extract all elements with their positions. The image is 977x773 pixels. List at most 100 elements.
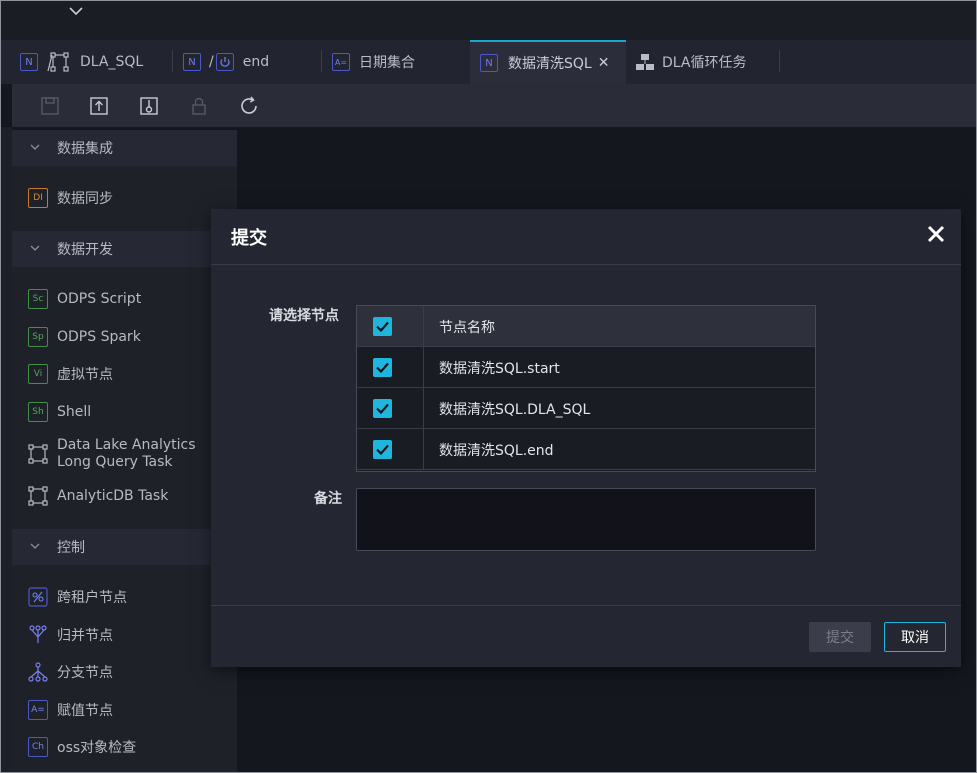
node-n-icon: N (20, 53, 38, 71)
sidebar-item-assign-node[interactable]: A= 赋值节点 (28, 700, 113, 720)
lock-button[interactable] (187, 94, 211, 118)
tab-end[interactable]: N / end (183, 40, 269, 84)
refresh-button[interactable] (237, 94, 261, 118)
tab-dla-loop-task[interactable]: DLA循环任务 (635, 40, 746, 84)
flow-icon (28, 486, 48, 506)
tab-separator (172, 50, 173, 72)
dialog-title: 提交 (231, 228, 267, 249)
sidebar-item-label: Data Lake Analytics Long Query Task (57, 437, 196, 471)
row-checkbox[interactable] (373, 358, 392, 377)
flow-icon (47, 52, 69, 72)
node-n-icon: N (480, 54, 498, 72)
table-row[interactable]: 数据清洗SQL.start (357, 347, 815, 388)
tab-separator (321, 50, 322, 72)
chevron-down-icon[interactable] (67, 5, 85, 17)
sidebar-item-virtual-node[interactable]: Vi 虚拟节点 (28, 364, 113, 384)
node-n-icon: N (183, 53, 201, 71)
tab-label: 日期集合 (359, 55, 415, 71)
sidebar-item-odps-script[interactable]: Sc ODPS Script (28, 289, 141, 309)
tab-label: end (242, 54, 270, 70)
tab-label: 数据清洗SQL (508, 56, 592, 72)
sidebar-item-label: 归并节点 (57, 628, 113, 644)
sidebar-item-label: oss对象检查 (57, 740, 137, 756)
tab-label: DLA循环任务 (662, 55, 747, 71)
sidebar-item-label: 数据同步 (57, 191, 113, 207)
node-select-label: 请选择节点 (269, 308, 339, 324)
sidebar-item-dla-long-query[interactable]: Data Lake Analytics Long Query Task (28, 436, 196, 472)
sidebar-item-oss-check[interactable]: Ch oss对象检查 (28, 737, 136, 757)
top-strip (1, 1, 976, 40)
odps-spark-icon: Sp (28, 327, 48, 347)
branch-icon (28, 662, 48, 682)
row-checkbox[interactable] (373, 399, 392, 418)
checkbox-cell (357, 306, 424, 346)
sidebar-item-cross-tenant[interactable]: 跨租户节点 (28, 587, 127, 607)
save-button[interactable] (38, 94, 62, 118)
remark-textarea[interactable] (356, 488, 816, 551)
merge-icon (29, 625, 47, 643)
submit-button[interactable]: 提交 (809, 622, 871, 652)
section-data-integration[interactable]: 数据集成 (12, 130, 237, 166)
sidebar-item-label: 分支节点 (57, 665, 113, 681)
section-control[interactable]: 控制 (12, 529, 237, 565)
checkbox-cell (357, 429, 424, 469)
sidebar-item-branch-node[interactable]: 分支节点 (28, 662, 113, 682)
toolbar (12, 84, 976, 127)
chevron-down-icon (30, 543, 40, 549)
sidebar-item-label: ODPS Script (57, 291, 142, 307)
node-name: 数据清洗SQL.start (439, 361, 560, 377)
shell-icon: Sh (28, 402, 48, 422)
tab-separator (779, 50, 780, 72)
node-name: 数据清洗SQL.end (439, 443, 554, 459)
sidebar-item-analyticdb[interactable]: AnalyticDB Task (28, 486, 168, 506)
table-row[interactable]: 数据清洗SQL.DLA_SQL (357, 388, 815, 429)
dialog-footer-divider (211, 605, 961, 606)
submit-dialog: 提交 请选择节点 节点名称 数据清洗SQL.start 数据清洗SQL.DLA_… (211, 209, 961, 667)
sidebar-item-shell[interactable]: Sh Shell (28, 402, 91, 422)
node-name: 数据清洗SQL.DLA_SQL (439, 402, 591, 418)
close-icon[interactable] (925, 223, 947, 245)
checkbox-cell (357, 388, 424, 428)
slash-divider: / (209, 54, 214, 70)
label-line-2: Long Query Task (57, 454, 173, 470)
section-label: 控制 (57, 540, 85, 556)
sidebar-item-merge-node[interactable]: 归并节点 (28, 625, 113, 645)
assign-icon: A= (28, 700, 48, 720)
close-tab-icon[interactable]: ✕ (598, 55, 610, 71)
flow-icon (28, 444, 48, 464)
section-data-development[interactable]: 数据开发 (12, 231, 237, 267)
column-header-node-name: 节点名称 (439, 320, 495, 336)
sidebar-item-label: AnalyticDB Task (57, 488, 169, 504)
table-header-row: 节点名称 (357, 306, 815, 347)
cancel-button[interactable]: 取消 (884, 622, 946, 652)
tab-data-cleaning-sql[interactable]: N 数据清洗SQL ✕ (470, 40, 626, 84)
sidebar-item-label: 跨租户节点 (57, 590, 127, 606)
chevron-down-icon (30, 245, 40, 251)
key-icon (140, 97, 158, 115)
select-all-checkbox[interactable] (373, 317, 392, 336)
tab-date-set[interactable]: A= 日期集合 (332, 40, 415, 84)
dialog-header: 提交 (211, 209, 961, 265)
sidebar-item-label: Shell (57, 404, 92, 420)
upload-icon (90, 97, 108, 115)
section-label: 数据集成 (57, 141, 113, 157)
node-sidebar: 数据集成 DI 数据同步 数据开发 Sc ODPS Script Sp ODPS… (12, 130, 237, 773)
submit-toolbar-button[interactable] (87, 94, 111, 118)
remark-label: 备注 (314, 491, 342, 507)
sidebar-item-label: 虚拟节点 (57, 367, 113, 383)
tab-dla-sql[interactable]: N DLA_SQL (20, 40, 143, 84)
tab-bar: N DLA_SQL N / end A= 日期集合 N 数据清洗SQL ✕ DL… (1, 40, 976, 84)
chevron-down-icon (30, 144, 40, 150)
left-edge-strip (1, 127, 12, 772)
sidebar-item-data-sync[interactable]: DI 数据同步 (28, 188, 113, 208)
row-checkbox[interactable] (373, 440, 392, 459)
section-label: 数据开发 (57, 242, 113, 258)
checkbox-cell (357, 347, 424, 387)
virtual-node-icon: Vi (28, 364, 48, 384)
table-row[interactable]: 数据清洗SQL.end (357, 429, 815, 470)
save-icon (41, 97, 59, 115)
sidebar-item-odps-spark[interactable]: Sp ODPS Spark (28, 327, 141, 347)
publish-button[interactable] (137, 94, 161, 118)
di-icon: DI (28, 188, 48, 208)
refresh-icon (241, 96, 257, 114)
